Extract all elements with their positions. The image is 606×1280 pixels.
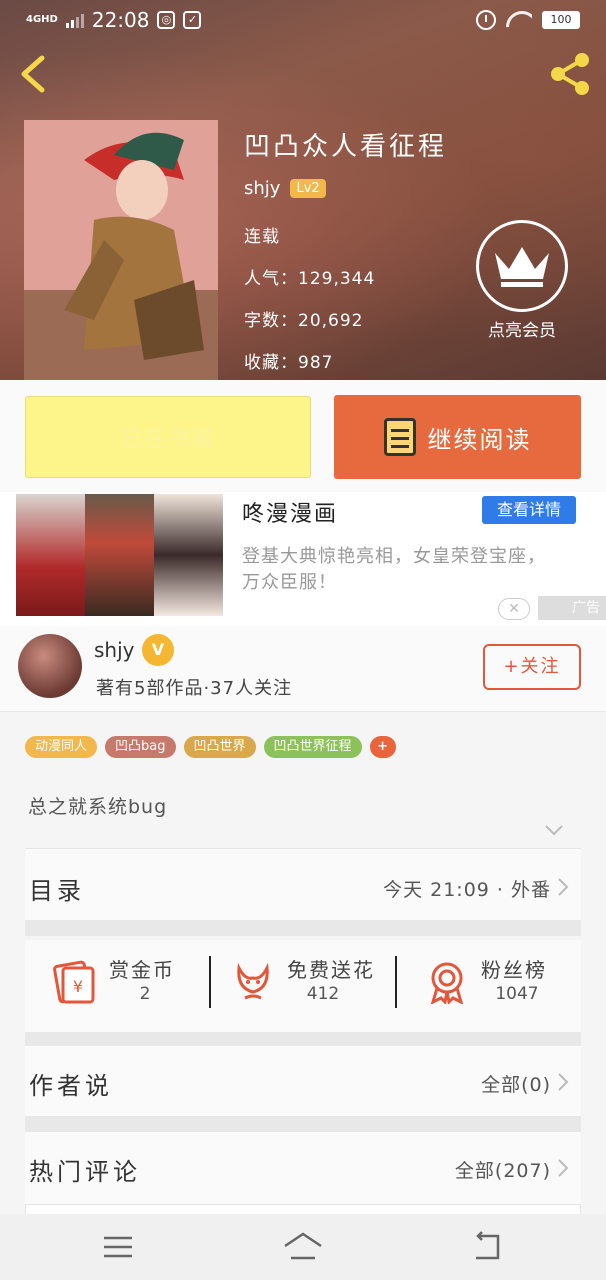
stat-value: 412: [306, 984, 340, 1004]
book-word-count: 字数：20,692: [244, 311, 364, 331]
divider: [25, 920, 581, 936]
divider: [25, 1116, 581, 1132]
ad-detail-button[interactable]: 查看详情: [482, 496, 576, 524]
tag-list: 动漫同人 凹凸bag 凹凸世界 凹凸世界征程 +: [25, 736, 396, 758]
book-cover[interactable]: [24, 120, 218, 380]
tag-item[interactable]: 凹凸世界: [183, 736, 256, 758]
book-favorites: 收藏：987: [244, 353, 334, 373]
bookshelf-button[interactable]: 已在书架: [25, 396, 311, 478]
vip-button[interactable]: 点亮会员: [474, 220, 570, 341]
stat-value: 2: [139, 984, 151, 1004]
chevron-down-icon[interactable]: [544, 824, 564, 836]
author-says-link: 全部(0): [481, 1074, 551, 1096]
chevron-left-icon: [21, 55, 45, 93]
hot-comments-title: 热门评论: [29, 1158, 141, 1186]
author-says-title: 作者说: [29, 1072, 113, 1100]
stat-label: 粉丝榜: [481, 958, 547, 982]
medal-icon: [430, 962, 464, 1004]
tag-item[interactable]: 动漫同人: [25, 736, 98, 758]
ad-image[interactable]: [16, 494, 223, 616]
book-popularity: 人气：129,344: [244, 269, 376, 289]
hot-comments-row[interactable]: 热门评论 全部(207): [25, 1132, 581, 1204]
verified-badge: V: [142, 634, 174, 666]
stat-value: 1047: [495, 984, 539, 1004]
flower-icon: [237, 962, 269, 1000]
catalog-row[interactable]: 目录 今天 21:09 · 外番: [25, 848, 581, 920]
stats-bar: ¥ 赏金币 2 免费送花 412 粉丝榜 1047: [25, 940, 581, 1032]
book-summary: 总之就系统bug: [28, 796, 168, 818]
clipboard-check-icon: ✓: [183, 11, 202, 29]
vip-label: 点亮会员: [488, 321, 556, 341]
back-arrow-icon: [476, 1231, 500, 1260]
share-icon: [551, 53, 589, 95]
divider: [395, 956, 397, 1008]
follow-button[interactable]: +关注: [483, 644, 581, 690]
book-status: 连载: [244, 227, 280, 247]
system-nav-bar: [0, 1214, 606, 1280]
author-card[interactable]: shjy V 著有5部作品·37人关注 +关注: [0, 626, 606, 712]
stat-label: 赏金币: [109, 958, 175, 982]
back-button[interactable]: [14, 52, 54, 96]
status-bar: 4GHD 22:08 ◎ ✓ 100: [0, 0, 606, 40]
home-button[interactable]: [283, 1230, 323, 1264]
crown-icon: [495, 247, 549, 287]
fan-ranking-button[interactable]: 粉丝榜 1047: [425, 954, 575, 1014]
comment-card: [25, 1204, 581, 1214]
add-tag-button[interactable]: +: [369, 736, 396, 758]
tag-item[interactable]: 凹凸世界征程: [263, 736, 362, 758]
tag-item[interactable]: 凹凸bag: [105, 736, 176, 758]
share-button[interactable]: [546, 50, 594, 98]
author-stats: 著有5部作品·37人关注: [96, 678, 293, 699]
red-envelope-icon: ¥: [53, 960, 95, 1004]
catalog-title: 目录: [29, 877, 85, 905]
wifi-icon: [506, 11, 532, 29]
svg-text:¥: ¥: [73, 977, 83, 996]
author-name: shjy: [94, 638, 135, 662]
continue-reading-label: 继续阅读: [427, 425, 532, 454]
menu-button[interactable]: [98, 1230, 138, 1264]
ad-close-icon[interactable]: ✕: [498, 598, 530, 620]
battery-icon: 100: [542, 11, 580, 29]
ad-title: 咚漫漫画: [242, 502, 339, 527]
ad-banner[interactable]: 咚漫漫画 查看详情 登基大典惊艳亮相，女皇荣登宝座，万众臣服！ ✕ 广告: [0, 492, 606, 626]
alarm-icon: [476, 10, 496, 30]
stat-label: 免费送花: [287, 958, 375, 982]
author-says-row[interactable]: 作者说 全部(0): [25, 1046, 581, 1118]
catalog-latest: 今天 21:09 · 外番: [383, 879, 551, 901]
ad-label: 广告: [538, 596, 606, 620]
send-flower-button[interactable]: 免费送花 412: [231, 954, 391, 1014]
book-author-row: shjy Lv2: [244, 178, 326, 199]
avatar[interactable]: [18, 634, 82, 698]
home-icon: [284, 1232, 322, 1260]
book-header: 4GHD 22:08 ◎ ✓ 100 凹凸众人看征程 shjy Lv2 连载 人…: [0, 0, 606, 380]
chevron-right-icon: [558, 878, 569, 896]
menu-icon: [104, 1236, 132, 1258]
back-nav-button[interactable]: [468, 1230, 508, 1264]
action-bar: 已在书架 继续阅读: [0, 380, 606, 492]
level-badge: Lv2: [290, 179, 326, 198]
ad-description: 登基大典惊艳亮相，女皇荣登宝座，万众臣服！: [242, 546, 546, 593]
continue-reading-button[interactable]: 继续阅读: [334, 395, 581, 479]
reward-coins-button[interactable]: ¥ 赏金币 2: [53, 954, 203, 1014]
hot-comments-link: 全部(207): [454, 1160, 551, 1182]
book-author[interactable]: shjy: [244, 178, 280, 199]
book-title: 凹凸众人看征程: [244, 132, 448, 162]
status-time: 22:08: [91, 8, 150, 32]
chevron-right-icon: [558, 1159, 569, 1177]
divider: [209, 956, 211, 1008]
wechat-icon: ◎: [157, 11, 176, 29]
book-icon: [383, 418, 416, 456]
network-indicator: 4GHD: [26, 14, 58, 25]
chevron-right-icon: [558, 1073, 569, 1091]
signal-icon: [65, 12, 84, 28]
